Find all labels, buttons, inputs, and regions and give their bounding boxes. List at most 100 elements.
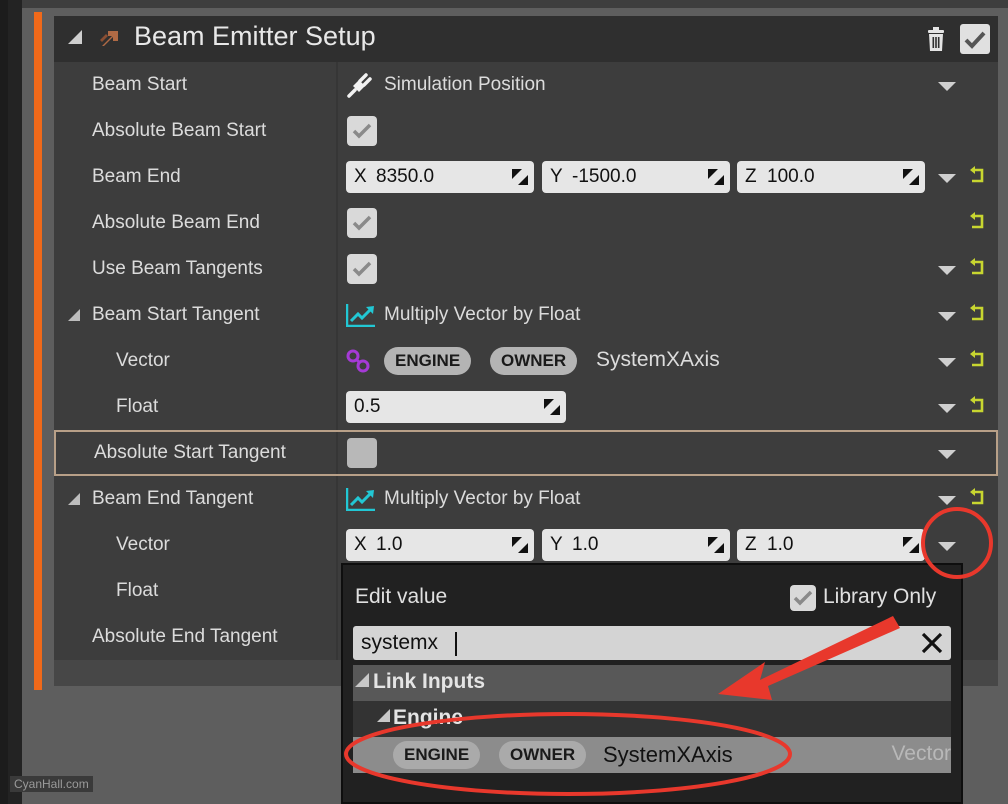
library-only-label[interactable]: Library Only xyxy=(823,585,936,609)
property-label: Beam End xyxy=(92,166,181,187)
beam-start-value[interactable]: Simulation Position xyxy=(384,74,546,96)
edit-value-popup: Edit value Library Only Link Inputs Engi… xyxy=(341,563,963,804)
checkmark-icon xyxy=(352,123,372,139)
dropdown-arrow-icon[interactable] xyxy=(938,358,956,367)
dropdown-arrow-icon[interactable] xyxy=(938,450,956,459)
dropdown-arrow-icon[interactable] xyxy=(938,266,956,275)
link-icon xyxy=(346,349,370,373)
result-type: Vector xyxy=(891,742,951,765)
dropdown-arrow-icon[interactable] xyxy=(938,174,956,183)
beam-end-z-field[interactable]: Z 100.0 xyxy=(737,161,925,193)
absolute-beam-end-checkbox[interactable] xyxy=(347,208,377,238)
property-row-use-beam-tangents: Use Beam Tangents xyxy=(54,246,998,292)
property-label: Use Beam Tangents xyxy=(92,258,263,279)
module-header[interactable]: Beam Emitter Setup xyxy=(54,16,998,62)
reset-to-default-icon[interactable] xyxy=(968,488,986,508)
absolute-start-tangent-checkbox[interactable] xyxy=(347,438,377,468)
axis-label: X xyxy=(354,534,367,555)
namespace-tag-engine: ENGINE xyxy=(384,347,472,375)
linked-parameter-name[interactable]: SystemXAxis xyxy=(596,348,720,372)
property-row-beam-end: Beam End X 8350.0 Y -1500.0 Z 100.0 xyxy=(54,154,998,200)
left-edge-strip-inner xyxy=(8,0,22,804)
namespace-tag-engine: ENGINE xyxy=(393,741,481,769)
dropdown-arrow-icon[interactable] xyxy=(938,496,956,505)
drag-spinner-icon[interactable] xyxy=(708,537,724,553)
property-label: Absolute Beam Start xyxy=(92,120,267,141)
reset-to-default-icon[interactable] xyxy=(968,212,986,232)
beam-end-x-field[interactable]: X 8350.0 xyxy=(346,161,534,193)
checkmark-icon xyxy=(352,261,372,277)
dropdown-arrow-icon[interactable] xyxy=(938,542,956,551)
drag-spinner-icon[interactable] xyxy=(708,169,724,185)
end-tangent-z-field[interactable]: Z 1.0 xyxy=(737,529,925,561)
category-label: Link Inputs xyxy=(373,670,485,693)
category-link-inputs[interactable]: Link Inputs xyxy=(353,665,951,701)
popup-title: Edit value xyxy=(355,585,448,608)
checkmark-icon xyxy=(964,31,986,49)
axis-label: Y xyxy=(550,534,563,555)
property-row-beam-end-tangent: Beam End Tangent Multiply Vector by Floa… xyxy=(54,476,998,522)
property-label: Vector xyxy=(116,534,170,555)
drag-spinner-icon[interactable] xyxy=(903,169,919,185)
numeric-value: 1.0 xyxy=(572,534,599,555)
property-label: Vector xyxy=(116,350,170,371)
drag-spinner-icon[interactable] xyxy=(544,399,560,415)
checkmark-icon xyxy=(352,215,372,231)
search-input[interactable] xyxy=(361,628,901,658)
expand-triangle-icon[interactable] xyxy=(68,309,80,321)
namespace-tag-owner: OWNER xyxy=(490,347,578,375)
beam-end-tangent-value[interactable]: Multiply Vector by Float xyxy=(384,488,580,510)
axis-label: X xyxy=(354,166,367,187)
expand-triangle-icon[interactable] xyxy=(68,493,80,505)
reset-to-default-icon[interactable] xyxy=(968,258,986,278)
numeric-value: 8350.0 xyxy=(376,166,435,187)
library-only-checkbox[interactable] xyxy=(790,585,816,611)
reset-to-default-icon[interactable] xyxy=(968,350,986,370)
search-result-item[interactable]: ENGINE OWNER SystemXAxis Vector xyxy=(353,737,951,773)
collapse-triangle-icon[interactable] xyxy=(68,30,82,44)
property-row-end-tangent-vector: Vector X 1.0 Y 1.0 Z 1.0 xyxy=(54,522,998,568)
property-label: Absolute Beam End xyxy=(92,212,260,233)
end-tangent-y-field[interactable]: Y 1.0 xyxy=(542,529,730,561)
end-tangent-x-field[interactable]: X 1.0 xyxy=(346,529,534,561)
stack-top-edge xyxy=(22,0,1008,8)
reset-to-default-icon[interactable] xyxy=(968,304,986,324)
numeric-value: 0.5 xyxy=(354,396,381,417)
expand-triangle-icon[interactable] xyxy=(377,709,390,722)
drag-spinner-icon[interactable] xyxy=(512,537,528,553)
beam-end-y-field[interactable]: Y -1500.0 xyxy=(542,161,730,193)
search-box[interactable] xyxy=(353,626,951,660)
property-row-beam-start: Beam Start Simulation Position xyxy=(54,62,998,108)
dropdown-arrow-icon[interactable] xyxy=(938,312,956,321)
numeric-value: -1500.0 xyxy=(572,166,637,187)
text-caret xyxy=(455,632,457,656)
property-label: Absolute End Tangent xyxy=(92,626,278,647)
emitter-arrow-icon xyxy=(100,31,118,46)
use-beam-tangents-checkbox[interactable] xyxy=(347,254,377,284)
trash-icon[interactable] xyxy=(926,26,946,52)
drag-spinner-icon[interactable] xyxy=(512,169,528,185)
reset-to-default-icon[interactable] xyxy=(968,166,986,186)
drag-spinner-icon[interactable] xyxy=(903,537,919,553)
float-value-field[interactable]: 0.5 xyxy=(346,391,566,423)
checkmark-icon xyxy=(793,590,813,606)
property-label: Float xyxy=(116,580,159,601)
subcategory-label: Engine xyxy=(393,706,464,729)
property-label: Float xyxy=(116,396,159,417)
clear-search-icon[interactable] xyxy=(919,630,945,656)
property-label: Beam End Tangent xyxy=(92,488,254,509)
beam-start-tangent-value[interactable]: Multiply Vector by Float xyxy=(384,304,580,326)
module-title: Beam Emitter Setup xyxy=(134,21,376,51)
property-row-absolute-start-tangent[interactable]: Absolute Start Tangent xyxy=(54,430,998,476)
expand-triangle-icon[interactable] xyxy=(355,673,369,687)
graph-icon xyxy=(346,488,375,511)
module-enabled-checkbox[interactable] xyxy=(960,24,990,54)
subcategory-engine[interactable]: Engine xyxy=(353,701,951,737)
namespace-tag-owner: OWNER xyxy=(499,741,587,769)
absolute-beam-start-checkbox[interactable] xyxy=(347,116,377,146)
dropdown-arrow-icon[interactable] xyxy=(938,404,956,413)
dropdown-arrow-icon[interactable] xyxy=(938,82,956,91)
property-row-start-tangent-float: Float 0.5 xyxy=(54,384,998,430)
property-label: Beam Start Tangent xyxy=(92,304,260,325)
reset-to-default-icon[interactable] xyxy=(968,396,986,416)
